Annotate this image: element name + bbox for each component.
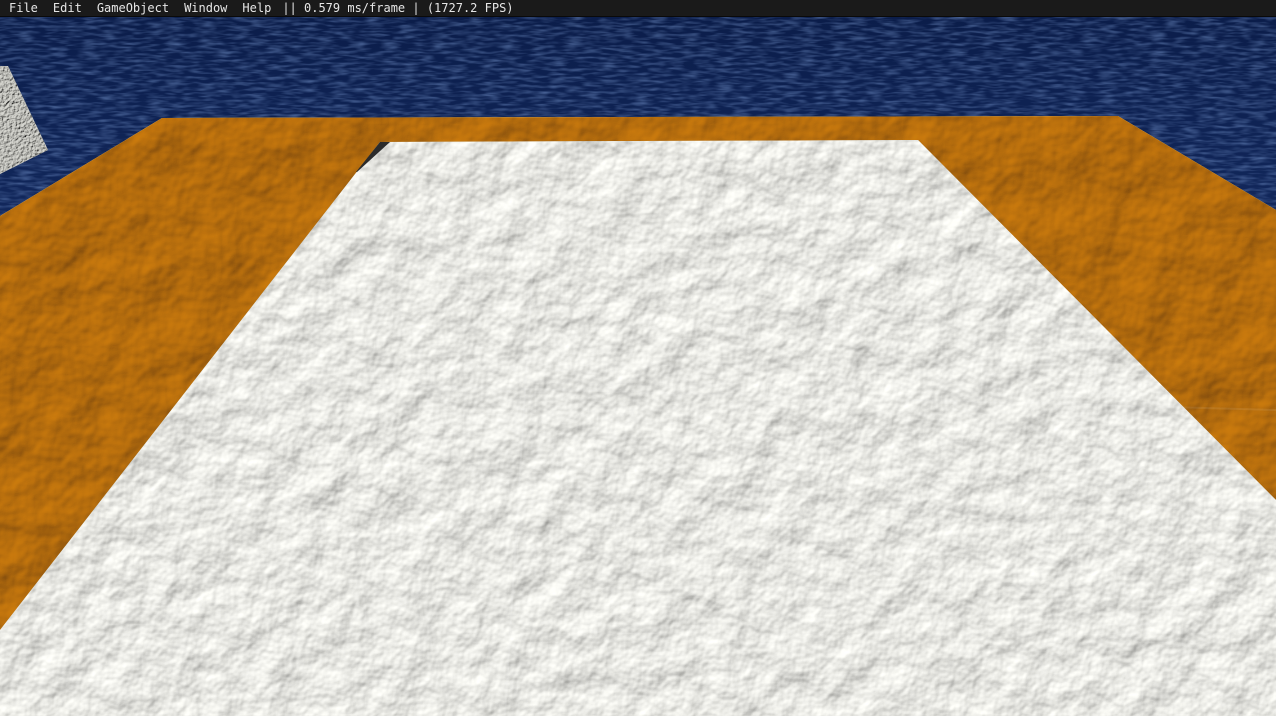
frame-stats: || 0.579 ms/frame | (1727.2 FPS) xyxy=(282,1,514,15)
scene-viewport[interactable] xyxy=(0,17,1276,716)
menu-edit[interactable]: Edit xyxy=(45,0,89,16)
menu-bar: File Edit GameObject Window Help || 0.57… xyxy=(0,0,1276,17)
menu-gameobject[interactable]: GameObject xyxy=(89,0,176,16)
menu-help[interactable]: Help xyxy=(234,0,278,16)
menu-file[interactable]: File xyxy=(0,0,45,16)
menu-window[interactable]: Window xyxy=(176,0,234,16)
